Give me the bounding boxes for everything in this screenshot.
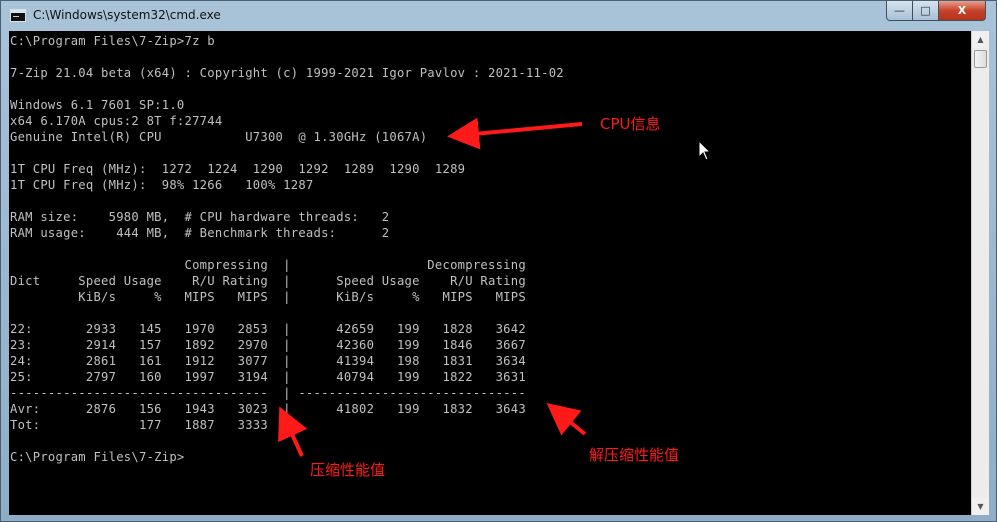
compress-arrow	[278, 406, 308, 457]
decompress-arrow	[546, 402, 587, 436]
mouse-pointer-icon	[698, 140, 712, 161]
annotation-arrows	[278, 117, 587, 457]
decompress-rating-label: 解压缩性能值	[589, 446, 680, 464]
cpu-info-label: CPU信息	[600, 115, 661, 133]
cpu-info-arrow	[447, 117, 583, 150]
compress-rating-label: 压缩性能值	[310, 461, 386, 479]
